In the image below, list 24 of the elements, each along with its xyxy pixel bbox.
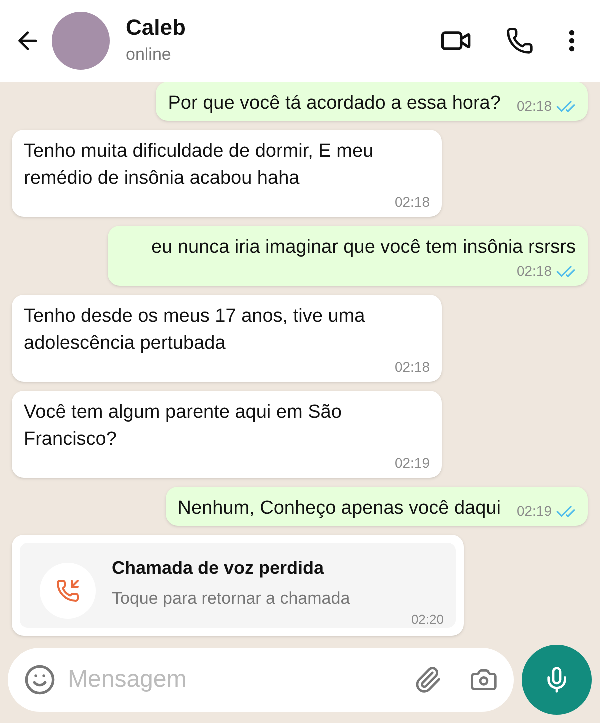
message-text: Você tem algum parente aqui em São Francisco? xyxy=(24,401,343,452)
message-time: 02:18 xyxy=(516,97,552,116)
message-time: 02:20 xyxy=(411,612,444,628)
message-text: Nenhum, Conheço apenas você daqui xyxy=(178,497,501,521)
missed-call-bubble[interactable]: Chamada de voz perdida Toque para retornar a chamada 02:20 xyxy=(12,535,464,636)
message-time: 02:18 xyxy=(394,193,430,212)
message-text: eu nunca iria imaginar que você tem insônia rsrsrs xyxy=(151,236,576,260)
contact-name[interactable]: Caleb xyxy=(126,14,436,42)
more-options-icon xyxy=(569,30,575,52)
contact-status: online xyxy=(126,44,172,66)
emoji-icon[interactable] xyxy=(24,664,56,696)
message-time: 02:19 xyxy=(516,502,552,521)
phone-icon xyxy=(506,27,534,55)
call-subtitle: Toque para retornar a chamada xyxy=(112,588,352,610)
message-text: Tenho desde os meus 17 anos, tive uma adolescência pertubada xyxy=(24,305,366,356)
message-text: Tenho muita dificuldade de dormir, E meu remédio de insônia acabou haha xyxy=(24,140,375,191)
message-time: 02:18 xyxy=(516,262,552,281)
message-time: 02:19 xyxy=(394,454,430,473)
message-input[interactable]: Mensagem xyxy=(68,662,402,698)
message-input-field[interactable]: Mensagem xyxy=(8,648,514,712)
message-text: Por que você tá acordado a essa hora? xyxy=(168,92,501,116)
attach-icon[interactable] xyxy=(414,666,442,694)
message-time: 02:18 xyxy=(394,358,430,377)
call-title: Chamada de voz perdida xyxy=(112,557,326,580)
